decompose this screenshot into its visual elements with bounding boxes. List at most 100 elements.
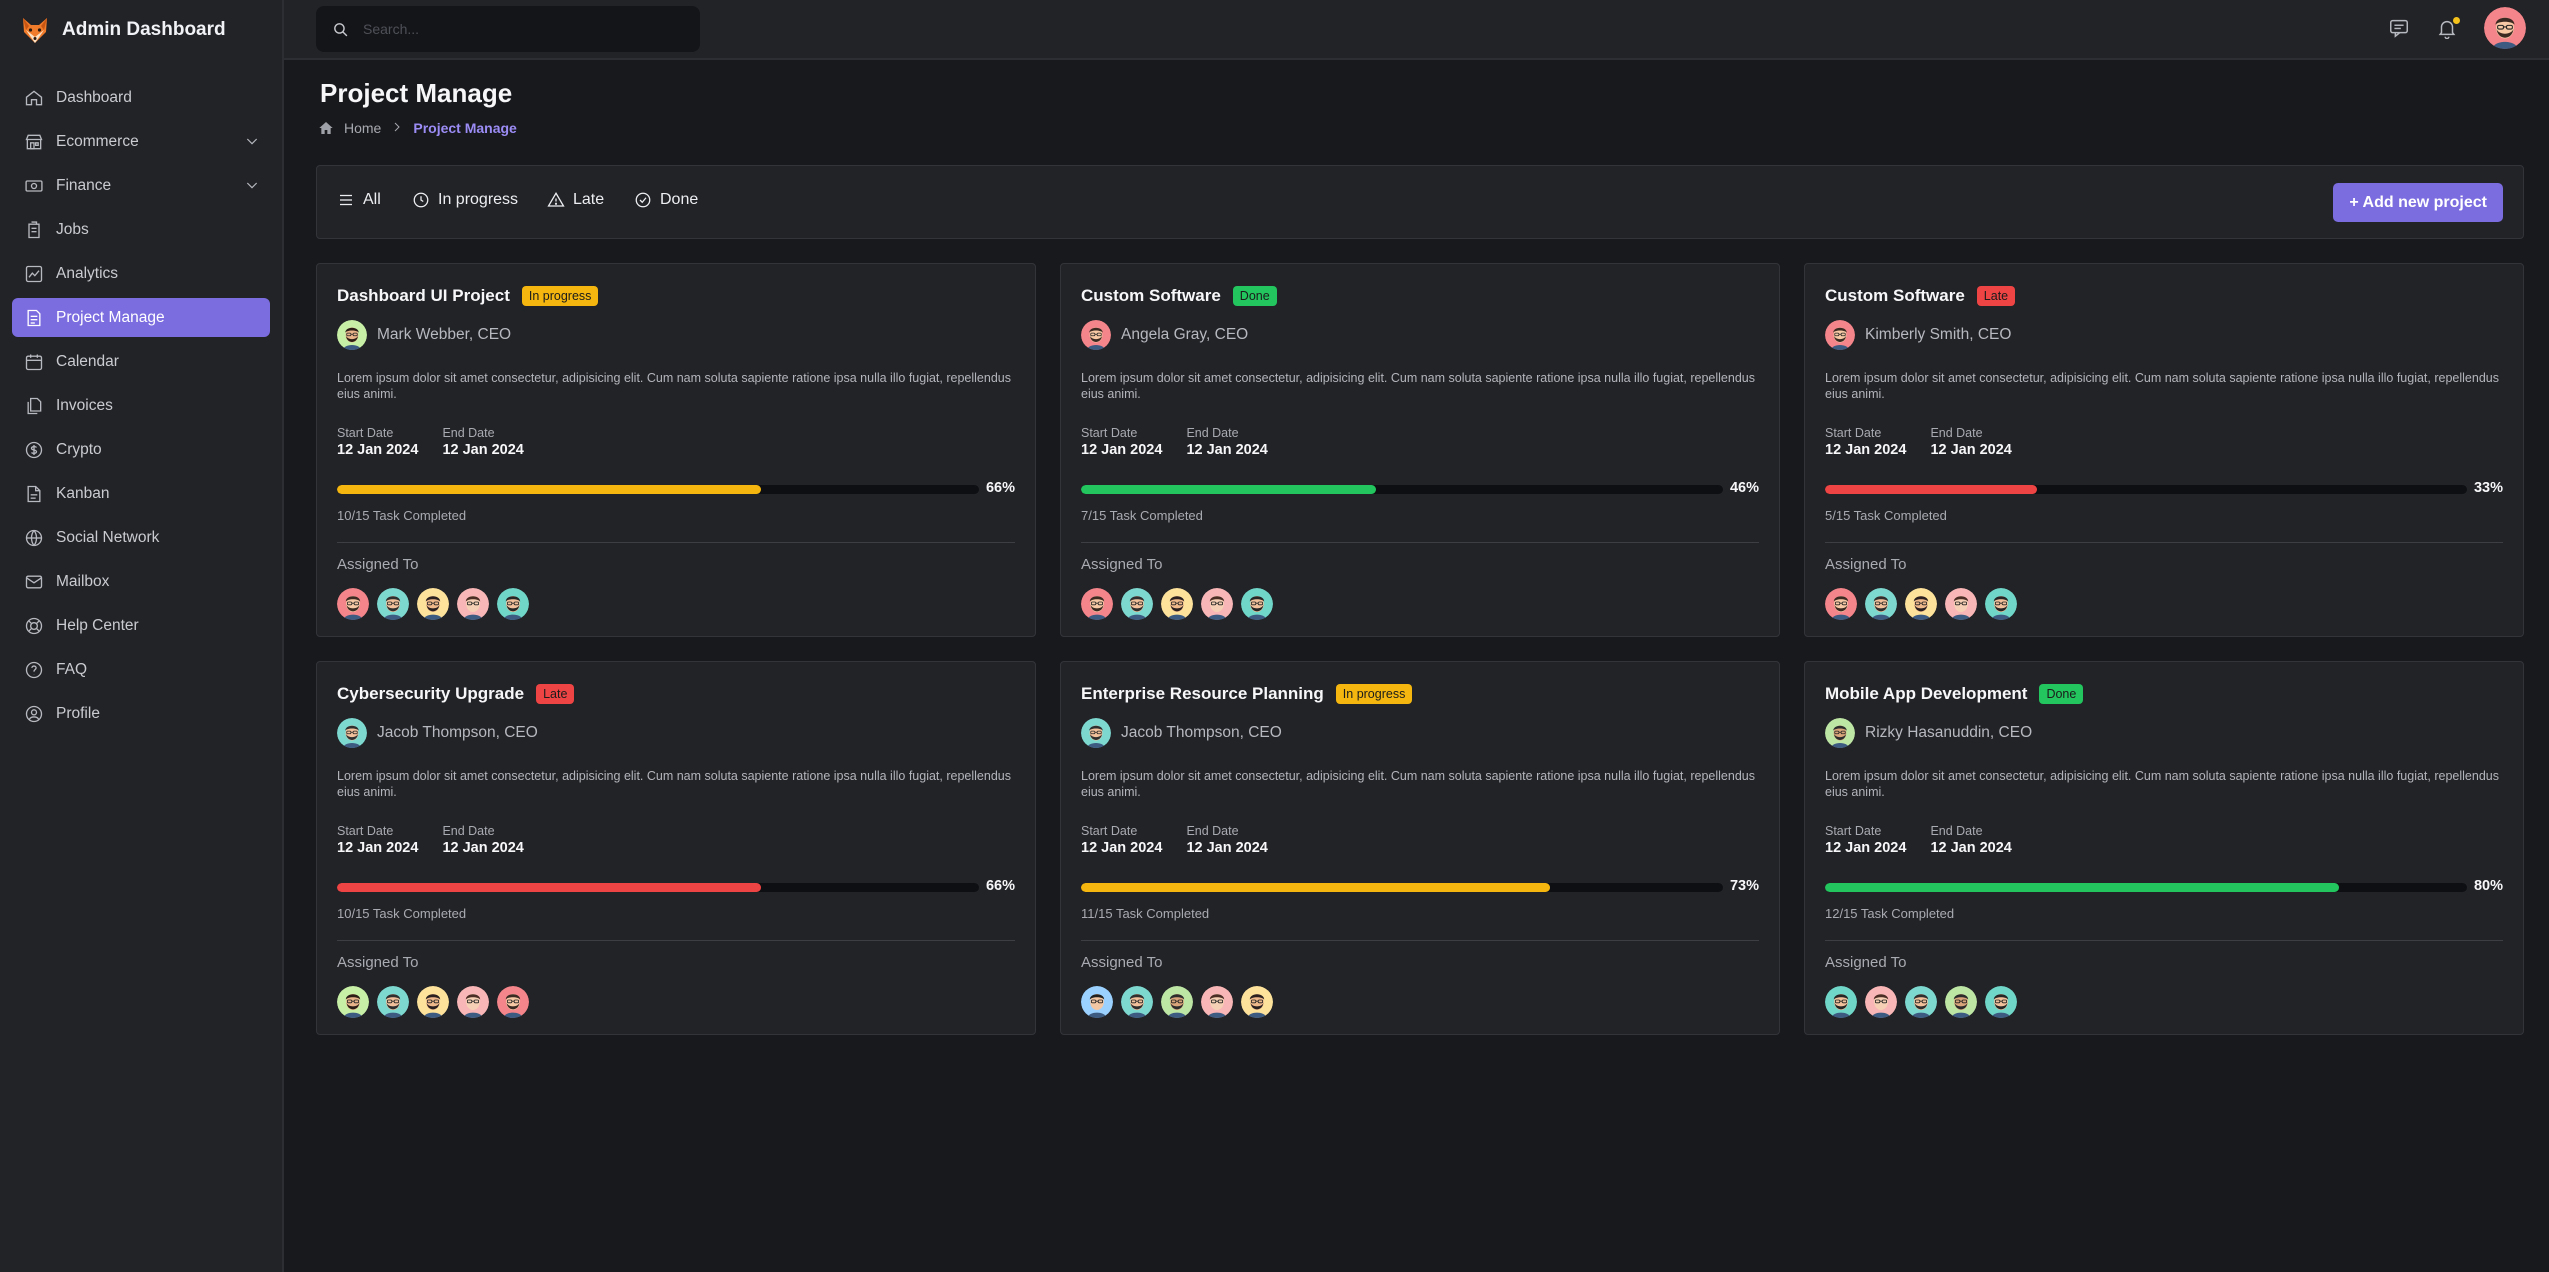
team-member-avatar[interactable] bbox=[1161, 588, 1193, 620]
messages-button[interactable] bbox=[2388, 17, 2412, 41]
team-member-avatar[interactable] bbox=[497, 588, 529, 620]
team-member-avatar[interactable] bbox=[337, 986, 369, 1018]
divider bbox=[1081, 940, 1759, 941]
team-member-avatar[interactable] bbox=[377, 588, 409, 620]
sidebar-item-kanban[interactable]: Kanban bbox=[12, 474, 270, 513]
start-date-value: 12 Jan 2024 bbox=[1825, 442, 1907, 458]
progress-fill bbox=[337, 485, 761, 494]
breadcrumb-home[interactable]: Home bbox=[344, 120, 381, 136]
team-member-avatar[interactable] bbox=[457, 986, 489, 1018]
team-member-avatar[interactable] bbox=[1201, 588, 1233, 620]
owner-avatar bbox=[1081, 718, 1111, 748]
team-member-avatar[interactable] bbox=[1081, 986, 1113, 1018]
sidebar-item-mailbox[interactable]: Mailbox bbox=[12, 562, 270, 601]
team-member-avatar[interactable] bbox=[1121, 588, 1153, 620]
start-date-value: 12 Jan 2024 bbox=[1825, 840, 1907, 856]
card-header: Dashboard UI Project In progress bbox=[337, 286, 599, 306]
filter-all[interactable]: All bbox=[337, 191, 381, 209]
team-member-avatar[interactable] bbox=[1825, 588, 1857, 620]
sidebar: Admin Dashboard Dashboard Ecommerce Financ… bbox=[0, 0, 284, 1272]
search-input[interactable] bbox=[363, 21, 683, 37]
assigned-team bbox=[1081, 986, 1273, 1018]
project-title[interactable]: Dashboard UI Project bbox=[337, 286, 510, 306]
project-title[interactable]: Enterprise Resource Planning bbox=[1081, 684, 1324, 704]
team-member-avatar[interactable] bbox=[1905, 986, 1937, 1018]
team-member-avatar[interactable] bbox=[1241, 588, 1273, 620]
team-member-avatar[interactable] bbox=[1945, 986, 1977, 1018]
team-member-avatar[interactable] bbox=[417, 986, 449, 1018]
team-member-avatar[interactable] bbox=[1161, 986, 1193, 1018]
chevron-down-icon[interactable] bbox=[244, 177, 260, 193]
team-member-avatar[interactable] bbox=[1985, 588, 2017, 620]
team-member-avatar[interactable] bbox=[1201, 986, 1233, 1018]
team-member-avatar[interactable] bbox=[1865, 986, 1897, 1018]
team-member-avatar[interactable] bbox=[377, 986, 409, 1018]
team-member-avatar[interactable] bbox=[1945, 588, 1977, 620]
team-member-avatar[interactable] bbox=[1985, 986, 2017, 1018]
briefcase-icon bbox=[24, 220, 44, 240]
assigned-to-label: Assigned To bbox=[337, 954, 419, 971]
notifications-button[interactable] bbox=[2436, 17, 2460, 41]
divider bbox=[1081, 542, 1759, 543]
sidebar-item-crypto[interactable]: Crypto bbox=[12, 430, 270, 469]
project-title[interactable]: Custom Software bbox=[1081, 286, 1221, 306]
brand[interactable]: Admin Dashboard bbox=[0, 0, 282, 60]
sidebar-item-label: Social Network bbox=[56, 528, 160, 546]
team-member-avatar[interactable] bbox=[417, 588, 449, 620]
sidebar-item-profile[interactable]: Profile bbox=[12, 694, 270, 733]
sidebar-item-finance[interactable]: Finance bbox=[12, 166, 270, 205]
project-card[interactable]: Custom Software Done Angela Gray, CEO Lorem… bbox=[1060, 263, 1780, 637]
sidebar-item-analytics[interactable]: Analytics bbox=[12, 254, 270, 293]
team-member-avatar[interactable] bbox=[1905, 588, 1937, 620]
check-circle-icon bbox=[635, 192, 651, 208]
search-box[interactable] bbox=[316, 6, 700, 52]
project-title[interactable]: Mobile App Development bbox=[1825, 684, 2027, 704]
sidebar-item-jobs[interactable]: Jobs bbox=[12, 210, 270, 249]
end-date-label: End Date bbox=[1930, 426, 1983, 440]
chevron-down-icon[interactable] bbox=[244, 133, 260, 149]
team-member-avatar[interactable] bbox=[1865, 588, 1897, 620]
filter-done[interactable]: Done bbox=[634, 191, 698, 209]
team-member-avatar[interactable] bbox=[457, 588, 489, 620]
team-member-avatar[interactable] bbox=[497, 986, 529, 1018]
project-card[interactable]: Custom Software Late Kimberly Smith, CEO Lo… bbox=[1804, 263, 2524, 637]
sidebar-item-invoices[interactable]: Invoices bbox=[12, 386, 270, 425]
invoice-icon bbox=[24, 396, 44, 416]
owner-name: Kimberly Smith, CEO bbox=[1865, 326, 2012, 343]
sidebar-item-help-center[interactable]: Help Center bbox=[12, 606, 270, 645]
sidebar-item-calendar[interactable]: Calendar bbox=[12, 342, 270, 381]
filter-late-label: Late bbox=[573, 191, 605, 208]
sidebar-item-ecommerce[interactable]: Ecommerce bbox=[12, 122, 270, 161]
add-new-project-button[interactable]: + Add new project bbox=[2333, 183, 2503, 222]
project-title[interactable]: Cybersecurity Upgrade bbox=[337, 684, 524, 704]
document-icon bbox=[24, 308, 44, 328]
project-title[interactable]: Custom Software bbox=[1825, 286, 1965, 306]
owner-avatar bbox=[337, 718, 367, 748]
assigned-team bbox=[1825, 588, 2017, 620]
start-date-value: 12 Jan 2024 bbox=[1081, 442, 1163, 458]
project-card[interactable]: Dashboard UI Project In progress Mark Webb… bbox=[316, 263, 1036, 637]
team-member-avatar[interactable] bbox=[1121, 986, 1153, 1018]
sidebar-item-label: Invoices bbox=[56, 396, 113, 414]
sidebar-item-label: Analytics bbox=[56, 264, 119, 282]
progress-bar bbox=[1825, 883, 2467, 892]
team-member-avatar[interactable] bbox=[1081, 588, 1113, 620]
sidebar-item-dashboard[interactable]: Dashboard bbox=[12, 78, 270, 117]
menu-lines-icon bbox=[340, 194, 352, 206]
filter-late[interactable]: Late bbox=[547, 191, 604, 209]
project-card[interactable]: Mobile App Development Done Rizky Hasanudd… bbox=[1804, 661, 2524, 1035]
team-member-avatar[interactable] bbox=[1825, 986, 1857, 1018]
fox-logo-icon bbox=[23, 18, 47, 43]
team-member-avatar[interactable] bbox=[337, 588, 369, 620]
project-card[interactable]: Cybersecurity Upgrade Late Jacob Thompson,… bbox=[316, 661, 1036, 1035]
sidebar-item-social-network[interactable]: Social Network bbox=[12, 518, 270, 557]
team-member-avatar[interactable] bbox=[1241, 986, 1273, 1018]
project-dates: Start Date 12 Jan 2024 End Date 12 Jan 2024 bbox=[337, 426, 524, 458]
filter-in-progress[interactable]: In progress bbox=[412, 191, 518, 209]
project-card[interactable]: Enterprise Resource Planning In progress J… bbox=[1060, 661, 1780, 1035]
sidebar-item-project-manage[interactable]: Project Manage bbox=[12, 298, 270, 337]
user-avatar[interactable] bbox=[2484, 7, 2526, 49]
owner-name: Jacob Thompson, CEO bbox=[377, 724, 538, 741]
card-header: Cybersecurity Upgrade Late bbox=[337, 684, 575, 704]
sidebar-item-faq[interactable]: FAQ bbox=[12, 650, 270, 689]
